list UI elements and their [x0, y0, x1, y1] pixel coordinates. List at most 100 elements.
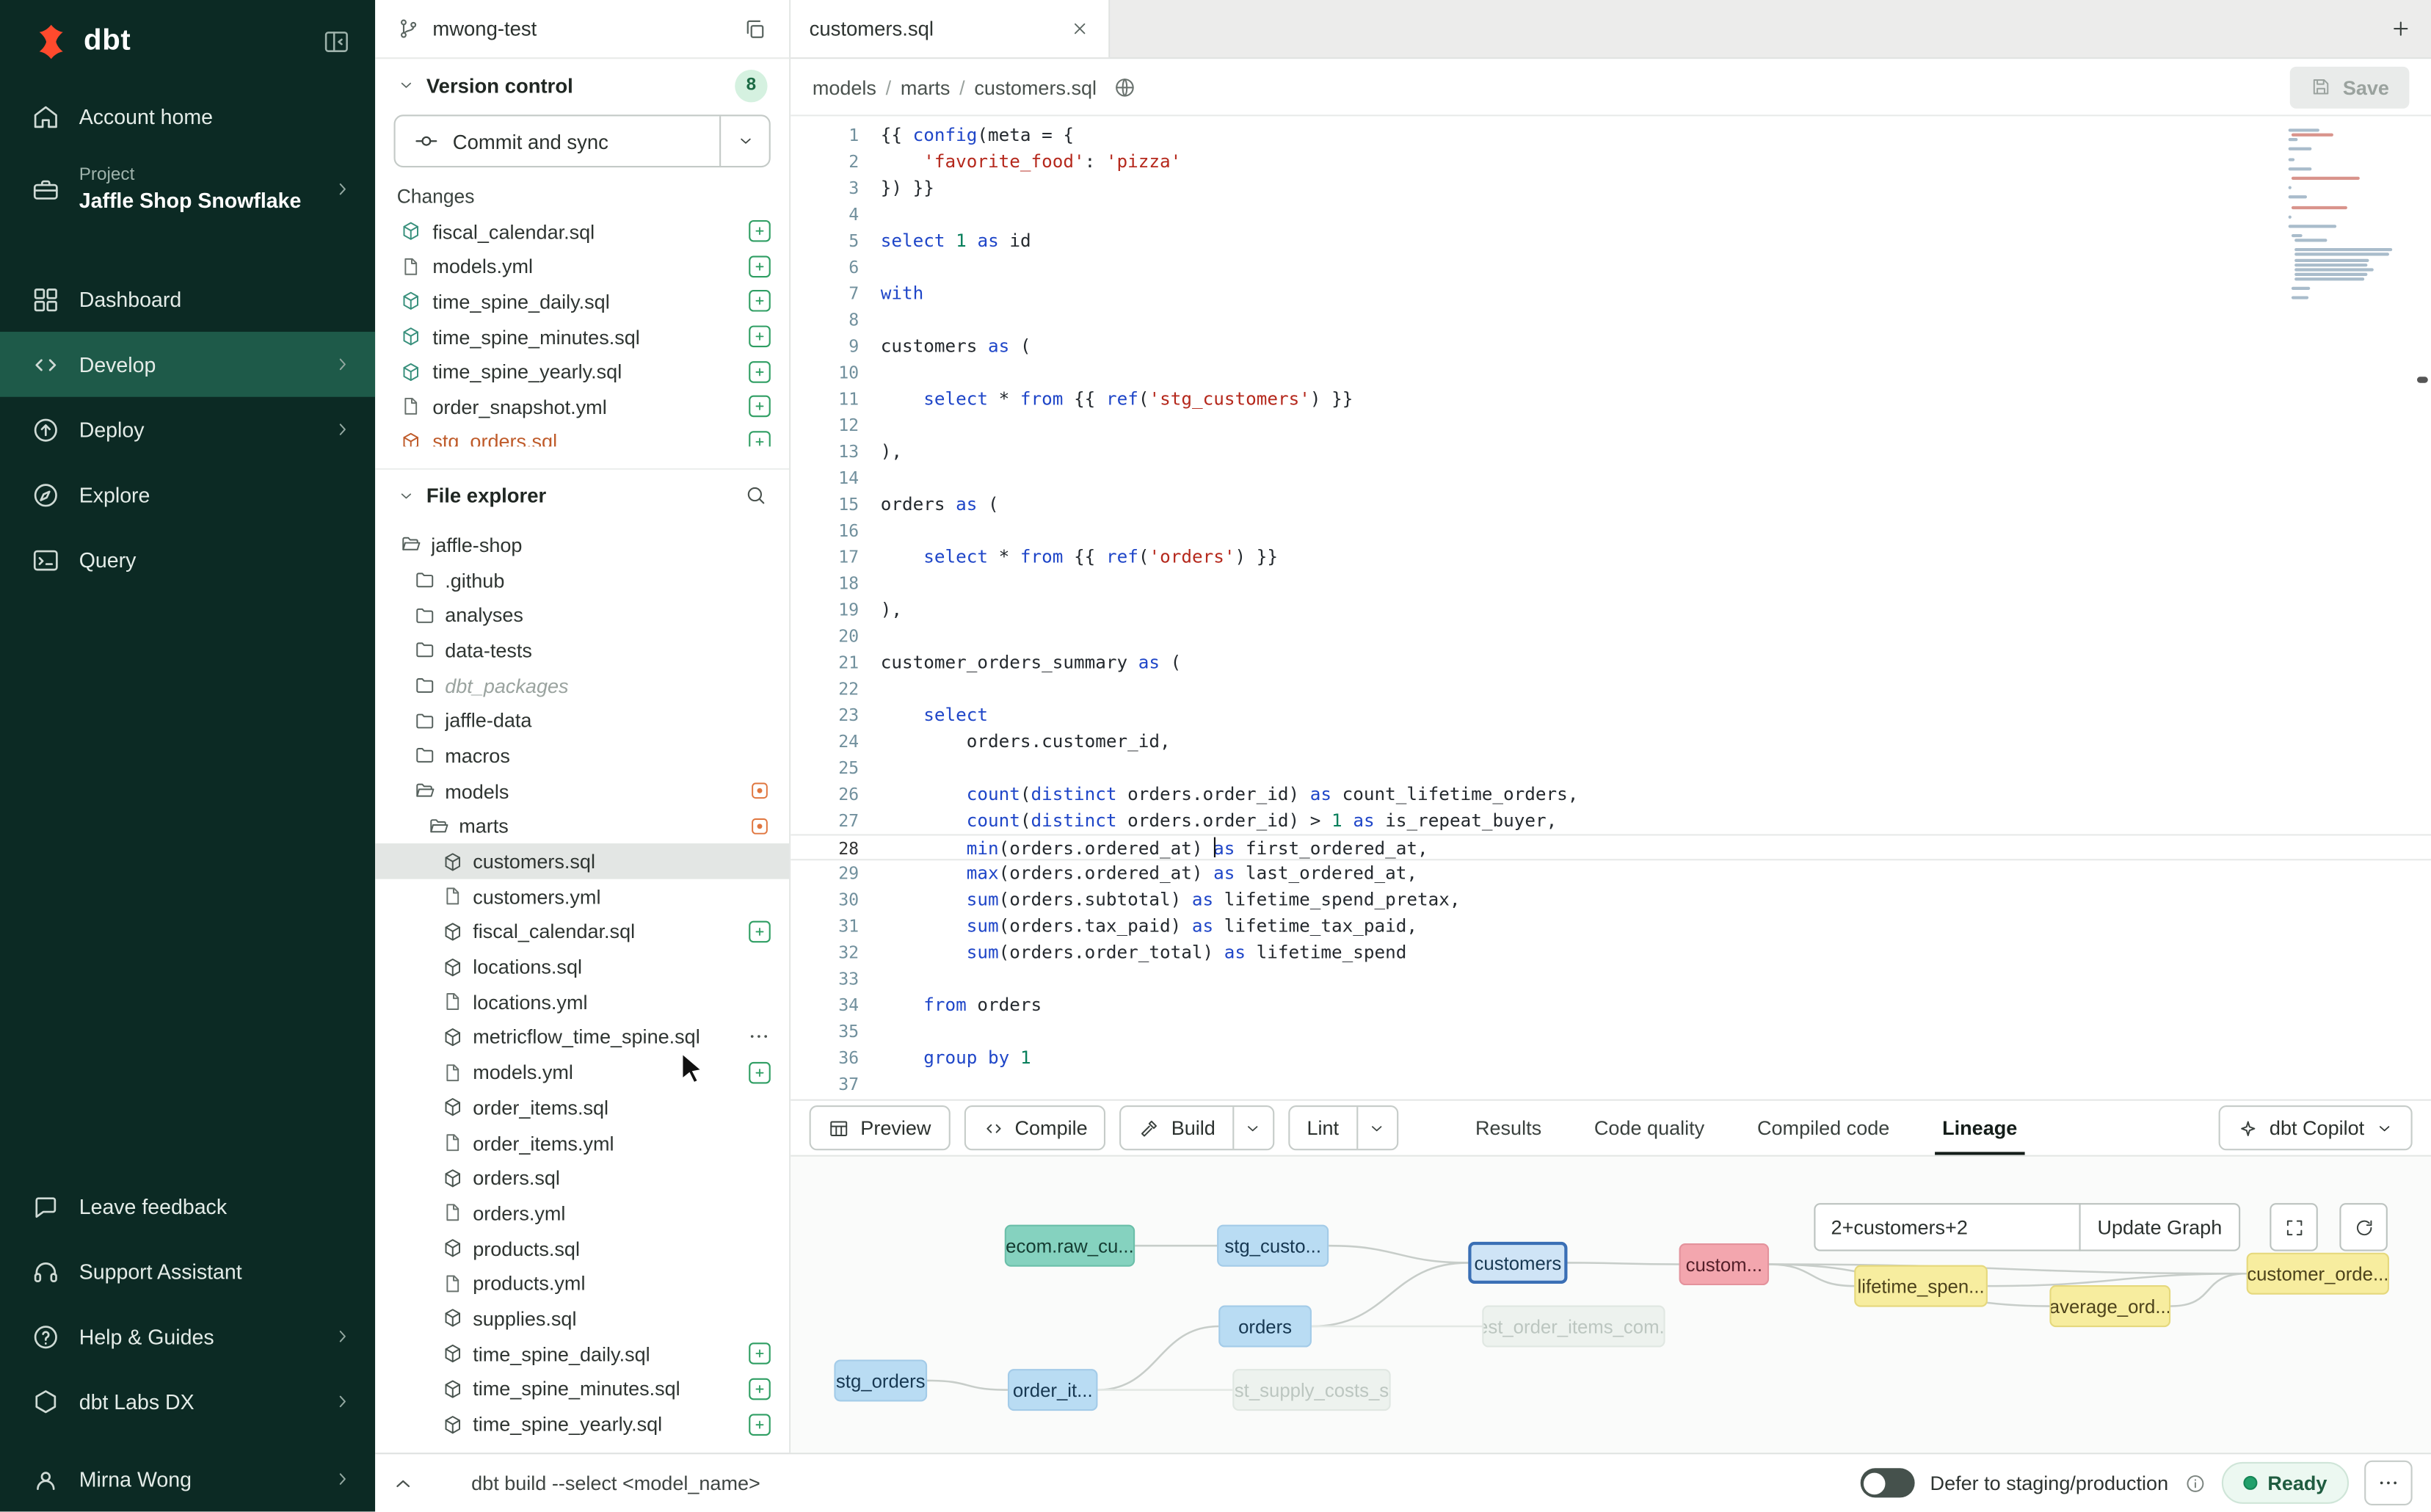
tree-item-time-spine-yearly-sql[interactable]: time_spine_yearly.sql: [375, 1406, 789, 1442]
code-line-1[interactable]: 1{{ config(meta = {: [791, 123, 2431, 149]
changed-file-stg-orders-sql[interactable]: stg_orders.sql: [375, 424, 789, 446]
code-line-33[interactable]: 33: [791, 966, 2431, 992]
code-line-31[interactable]: 31 sum(orders.tax_paid) as lifetime_tax_…: [791, 913, 2431, 939]
lineage-node-order-it[interactable]: order_it...: [1008, 1369, 1098, 1411]
commit-and-sync-button[interactable]: Commit and sync: [394, 115, 771, 167]
lineage-node-customer-orde[interactable]: customer_orde...: [2247, 1253, 2389, 1295]
changed-file-time-spine-yearly-sql[interactable]: time_spine_yearly.sql: [375, 354, 789, 389]
sidebar-item-query[interactable]: Query: [0, 527, 375, 592]
untracked-add-icon[interactable]: [749, 920, 771, 942]
lineage-node-customers[interactable]: customers: [1468, 1242, 1567, 1284]
minimap[interactable]: [2289, 128, 2403, 306]
lineage-node-test-supply-costs-s[interactable]: test_supply_costs_s...: [1232, 1369, 1390, 1411]
file-menu-icon[interactable]: [747, 1025, 771, 1049]
lineage-node-lifetime-spen[interactable]: lifetime_spen...: [1854, 1265, 1988, 1307]
file-explorer-header[interactable]: File explorer: [375, 468, 789, 521]
tree-item-time-spine-minutes-sql[interactable]: time_spine_minutes.sql: [375, 1371, 789, 1406]
code-line-13[interactable]: 13),: [791, 439, 2431, 465]
commit-options-button[interactable]: [719, 116, 769, 166]
lineage-node-custom[interactable]: custom...: [1679, 1243, 1770, 1285]
compile-button[interactable]: Compile: [964, 1105, 1106, 1150]
tree-item-customers-yml[interactable]: customers.yml: [375, 879, 789, 914]
sidebar-item-help-guides[interactable]: Help & Guides: [0, 1304, 375, 1369]
sidebar-item-mirna-wong[interactable]: Mirna Wong: [0, 1447, 375, 1512]
sidebar-item-project[interactable]: ProjectJaffle Shop Snowflake: [0, 149, 375, 230]
tree-item-data-tests[interactable]: data-tests: [375, 633, 789, 668]
code-line-28[interactable]: 28 min(orders.ordered_at) as first_order…: [791, 834, 2431, 860]
sidebar-item-deploy[interactable]: Deploy: [0, 397, 375, 462]
lineage-node-average-ord[interactable]: average_ord...: [2049, 1285, 2170, 1327]
code-line-26[interactable]: 26 count(distinct orders.order_id) as co…: [791, 782, 2431, 808]
lint-button[interactable]: Lint: [1288, 1105, 1398, 1150]
code-line-22[interactable]: 22: [791, 676, 2431, 702]
code-line-20[interactable]: 20: [791, 623, 2431, 650]
code-line-37[interactable]: 37: [791, 1072, 2431, 1098]
tab-results[interactable]: Results: [1449, 1101, 1568, 1155]
tree-item-order-items-yml[interactable]: order_items.yml: [375, 1125, 789, 1160]
update-graph-button[interactable]: Update Graph: [2079, 1203, 2241, 1251]
code-line-11[interactable]: 11 select * from {{ ref('stg_customers')…: [791, 386, 2431, 412]
tree-item-products-yml[interactable]: products.yml: [375, 1266, 789, 1301]
changed-file-time-spine-daily-sql[interactable]: time_spine_daily.sql: [375, 284, 789, 319]
tab-code-quality[interactable]: Code quality: [1568, 1101, 1731, 1155]
lint-options-button[interactable]: [1356, 1107, 1396, 1149]
code-line-32[interactable]: 32 sum(orders.order_total) as lifetime_s…: [791, 939, 2431, 966]
sidebar-item-account-home[interactable]: Account home: [0, 84, 375, 149]
untracked-add-icon[interactable]: [749, 1343, 771, 1365]
tree-item-analyses[interactable]: analyses: [375, 597, 789, 633]
close-tab-icon[interactable]: [1069, 18, 1089, 38]
tree-item-dbt-packages[interactable]: dbt_packages: [375, 668, 789, 703]
tree-item-supplies-sql[interactable]: supplies.sql: [375, 1301, 789, 1336]
fullscreen-button[interactable]: [2270, 1203, 2317, 1251]
code-line-6[interactable]: 6: [791, 254, 2431, 280]
code-line-7[interactable]: 7with: [791, 280, 2431, 307]
code-line-30[interactable]: 30 sum(orders.subtotal) as lifetime_spen…: [791, 887, 2431, 913]
tab-compiled-code[interactable]: Compiled code: [1731, 1101, 1916, 1155]
version-control-header[interactable]: Version control 8: [375, 59, 789, 112]
stage-add-icon[interactable]: [749, 396, 771, 418]
chevron-up-icon[interactable]: [390, 1470, 415, 1495]
code-line-3[interactable]: 3}) }}: [791, 175, 2431, 202]
build-options-button[interactable]: [1232, 1107, 1273, 1149]
sidebar-item-explore[interactable]: Explore: [0, 462, 375, 527]
changed-file-fiscal-calendar-sql[interactable]: fiscal_calendar.sql: [375, 214, 789, 249]
code-line-9[interactable]: 9customers as (: [791, 333, 2431, 360]
code-line-8[interactable]: 8: [791, 307, 2431, 333]
code-line-10[interactable]: 10: [791, 360, 2431, 386]
tree-item-metricflow-time-spine-sql[interactable]: metricflow_time_spine.sql: [375, 1019, 789, 1055]
status-badge[interactable]: Ready: [2221, 1462, 2349, 1504]
tree-item-locations-yml[interactable]: locations.yml: [375, 984, 789, 1019]
lineage-node-stg-custo[interactable]: stg_custo...: [1217, 1225, 1329, 1267]
tree-item-customers-sql[interactable]: customers.sql: [375, 843, 789, 879]
more-options-button[interactable]: [2364, 1461, 2412, 1505]
stage-add-icon[interactable]: [749, 291, 771, 313]
stage-add-icon[interactable]: [749, 360, 771, 382]
code-line-18[interactable]: 18: [791, 570, 2431, 597]
untracked-add-icon[interactable]: [749, 1061, 771, 1083]
collapse-sidebar-icon[interactable]: [322, 28, 350, 56]
code-line-2[interactable]: 2 'favorite_food': 'pizza': [791, 149, 2431, 175]
code-editor[interactable]: 1{{ config(meta = {2 'favorite_food': 'p…: [791, 116, 2431, 1099]
tree-item-orders-sql[interactable]: orders.sql: [375, 1160, 789, 1196]
code-line-36[interactable]: 36 group by 1: [791, 1045, 2431, 1072]
code-line-21[interactable]: 21customer_orders_summary as (: [791, 650, 2431, 676]
lineage-selector-input[interactable]: [1814, 1203, 2080, 1251]
info-icon[interactable]: [2184, 1472, 2206, 1494]
tree-item-marts[interactable]: marts: [375, 809, 789, 844]
sidebar-item-dbt-labs-dx[interactable]: dbt Labs DX: [0, 1369, 375, 1434]
code-line-15[interactable]: 15orders as (: [791, 492, 2431, 518]
tab-lineage[interactable]: Lineage: [1916, 1101, 2043, 1155]
lineage-node-stg-orders[interactable]: stg_orders: [834, 1359, 927, 1401]
tree-item-time-spine-daily-sql[interactable]: time_spine_daily.sql: [375, 1336, 789, 1371]
changed-file-time-spine-minutes-sql[interactable]: time_spine_minutes.sql: [375, 319, 789, 355]
code-line-12[interactable]: 12: [791, 412, 2431, 439]
tree-item-orders-yml[interactable]: orders.yml: [375, 1196, 789, 1231]
code-line-5[interactable]: 5select 1 as id: [791, 228, 2431, 255]
docs-globe-icon[interactable]: [1113, 75, 1137, 98]
code-line-27[interactable]: 27 count(distinct orders.order_id) > 1 a…: [791, 807, 2431, 834]
sidebar-item-support-assistant[interactable]: Support Assistant: [0, 1239, 375, 1304]
tree-item-github[interactable]: .github: [375, 562, 789, 597]
build-button[interactable]: Build: [1120, 1105, 1274, 1150]
tree-item-models-yml[interactable]: models.yml: [375, 1055, 789, 1090]
code-line-25[interactable]: 25: [791, 755, 2431, 782]
